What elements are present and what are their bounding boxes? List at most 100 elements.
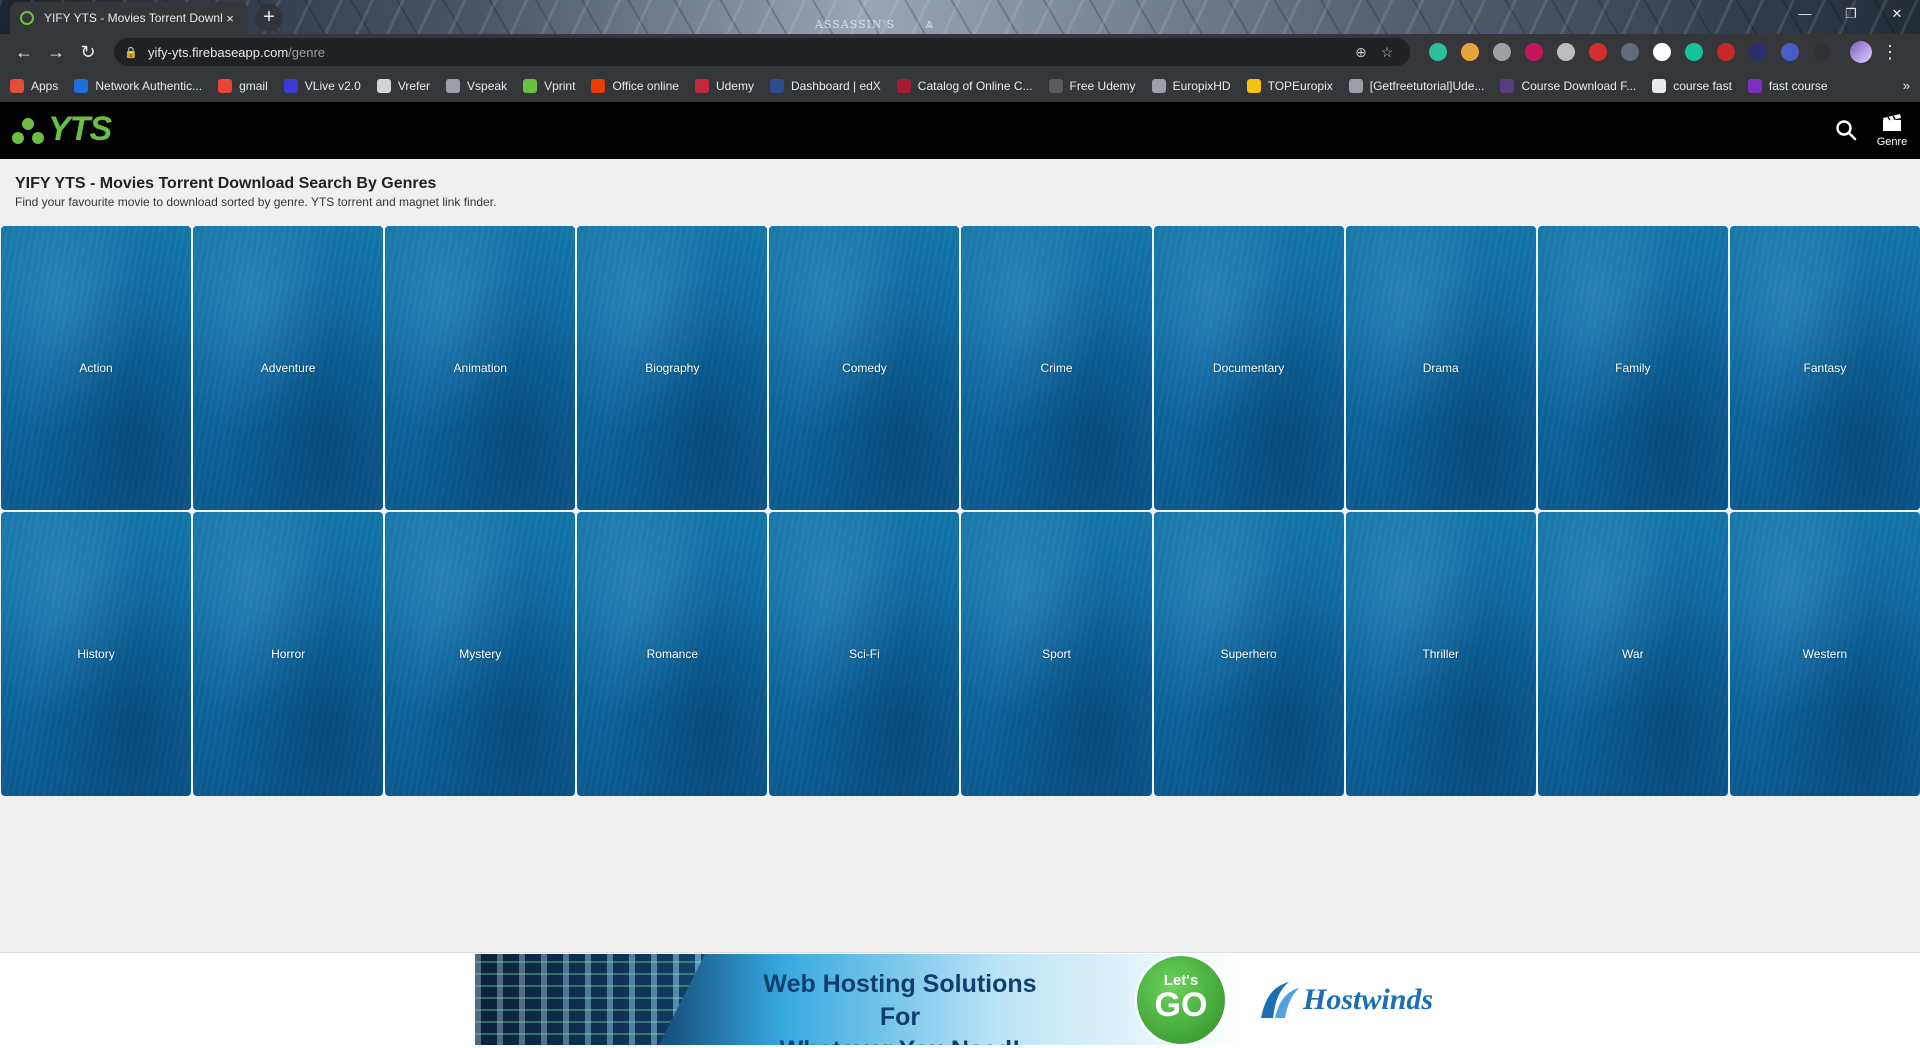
bookmark-item[interactable]: fast course — [1747, 79, 1828, 93]
bookmark-favicon-icon — [1048, 79, 1063, 93]
genre-card-crime[interactable]: Crime — [961, 226, 1152, 510]
bookmark-label: Apps — [31, 79, 59, 93]
genre-card-label: Crime — [1040, 361, 1073, 375]
tab-favicon-icon — [20, 11, 34, 25]
genre-card-mystery[interactable]: Mystery — [385, 512, 576, 796]
back-button[interactable]: ← — [8, 36, 40, 68]
bookmark-label: TOPEuropix — [1267, 79, 1333, 93]
bookmark-item[interactable]: Network Authentic... — [74, 79, 202, 93]
bookmark-favicon-icon — [591, 79, 606, 93]
genre-card-superhero[interactable]: Superhero — [1153, 512, 1344, 796]
browser-menu-icon[interactable]: ⋮ — [1878, 42, 1902, 63]
search-icon[interactable] — [1834, 118, 1858, 142]
bookmark-label: Free Udemy — [1069, 79, 1136, 93]
genre-card-label: Romance — [646, 647, 698, 661]
bookmark-label: fast course — [1768, 79, 1828, 93]
genre-card-label: Action — [79, 361, 113, 375]
bookmark-item[interactable]: Vprint — [523, 79, 575, 93]
genre-card-action[interactable]: Action — [1, 226, 192, 510]
ad-headline-line1: Web Hosting Solutions For — [763, 970, 1037, 1031]
extension-icon[interactable] — [1525, 43, 1543, 61]
genre-card-sport[interactable]: Sport — [961, 512, 1152, 796]
extension-icon[interactable] — [1685, 43, 1703, 61]
lock-icon: 🔒 — [124, 46, 138, 59]
ad-go-button[interactable]: Let's GO — [1137, 956, 1225, 1044]
bookmark-favicon-icon — [1747, 79, 1762, 93]
genre-card-war[interactable]: War — [1537, 512, 1728, 796]
forward-button[interactable]: → — [40, 36, 72, 68]
extension-icon[interactable] — [1717, 43, 1735, 61]
bookmark-item[interactable]: Free Udemy — [1048, 79, 1136, 93]
genre-card-label: Biography — [645, 361, 700, 375]
bookmark-favicon-icon — [1151, 79, 1166, 93]
ad-headline-line2: Whatever You Need! — [780, 1036, 1021, 1045]
bookmark-label: gmail — [239, 79, 268, 93]
bookmark-item[interactable]: gmail — [218, 79, 268, 93]
extension-icon[interactable] — [1653, 43, 1671, 61]
reload-button[interactable]: ↻ — [72, 36, 104, 68]
extension-icon[interactable] — [1429, 43, 1447, 61]
genre-card-comedy[interactable]: Comedy — [769, 226, 960, 510]
genre-card-fantasy[interactable]: Fantasy — [1729, 226, 1920, 510]
bookmarks-overflow-icon[interactable]: » — [1903, 78, 1910, 93]
browser-tab[interactable]: YIFY YTS - Movies Torrent Downl × — [10, 2, 248, 34]
bookmark-favicon-icon — [1246, 79, 1261, 93]
genre-card-romance[interactable]: Romance — [577, 512, 768, 796]
restore-button[interactable]: ❐ — [1828, 0, 1874, 30]
genre-card-western[interactable]: Western — [1729, 512, 1920, 796]
extension-icon[interactable] — [1589, 43, 1607, 61]
address-bar[interactable]: 🔒 yify-yts.firebaseapp.com/genre ⊕ ☆ — [114, 38, 1410, 66]
server-rack-image — [475, 954, 705, 1045]
bookmark-item[interactable]: Udemy — [694, 79, 754, 93]
bookmark-item[interactable]: course fast — [1652, 79, 1732, 93]
minimize-button[interactable]: — — [1782, 0, 1828, 30]
extension-icon[interactable] — [1749, 43, 1767, 61]
genre-card-documentary[interactable]: Documentary — [1153, 226, 1344, 510]
extension-icon[interactable] — [1621, 43, 1639, 61]
close-window-button[interactable]: ✕ — [1874, 0, 1920, 30]
bookmark-item[interactable]: Catalog of Online C... — [896, 79, 1033, 93]
bookmark-label: Udemy — [715, 79, 754, 93]
yts-logo-icon — [10, 112, 46, 148]
tab-close-icon[interactable]: × — [222, 11, 238, 26]
bookmark-favicon-icon — [1500, 79, 1515, 93]
bookmark-item[interactable]: Vrefer — [376, 79, 430, 93]
yts-logo[interactable]: YTS — [10, 110, 112, 149]
genre-card-thriller[interactable]: Thriller — [1345, 512, 1536, 796]
genre-card-adventure[interactable]: Adventure — [193, 226, 384, 510]
bookmark-item[interactable]: Dashboard | edX — [769, 79, 881, 93]
bookmark-item[interactable]: [Getfreetutorial]Ude... — [1348, 79, 1484, 93]
bookmark-item[interactable]: TOPEuropix — [1246, 79, 1333, 93]
genre-card-horror[interactable]: Horror — [193, 512, 384, 796]
genre-card-scifi[interactable]: Sci-Fi — [769, 512, 960, 796]
bookmark-favicon-icon — [446, 79, 461, 93]
extension-icon[interactable] — [1557, 43, 1575, 61]
bookmark-item[interactable]: Vspeak — [446, 79, 507, 93]
extension-icon[interactable] — [1781, 43, 1799, 61]
extension-icon[interactable] — [1813, 43, 1831, 61]
profile-avatar[interactable] — [1850, 41, 1872, 63]
bookmark-star-icon[interactable]: ☆ — [1374, 44, 1400, 61]
bookmark-item[interactable]: Office online — [591, 79, 679, 93]
genre-card-label: Thriller — [1422, 647, 1460, 661]
bookmark-item[interactable]: Apps — [10, 79, 58, 93]
genre-card-animation[interactable]: Animation — [385, 226, 576, 510]
new-tab-button[interactable]: + — [255, 4, 283, 32]
genre-card-drama[interactable]: Drama — [1345, 226, 1536, 510]
bookmark-favicon-icon — [896, 79, 911, 93]
bookmark-label: Catalog of Online C... — [917, 79, 1033, 93]
bookmark-item[interactable]: EuropixHD — [1151, 79, 1231, 93]
install-app-icon[interactable]: ⊕ — [1348, 44, 1374, 61]
genre-card-family[interactable]: Family — [1537, 226, 1728, 510]
genre-card-history[interactable]: History — [1, 512, 192, 796]
bookmark-item[interactable]: VLive v2.0 — [283, 79, 361, 93]
hostwinds-ad-banner[interactable]: Web Hosting Solutions For Whatever You N… — [475, 954, 1433, 1045]
url-text[interactable]: yify-yts.firebaseapp.com/genre — [148, 45, 1348, 60]
extension-icon[interactable] — [1493, 43, 1511, 61]
genre-card-label: Mystery — [459, 647, 502, 661]
genre-card-label: Family — [1615, 361, 1651, 375]
genre-nav-button[interactable]: Genre — [1872, 110, 1912, 148]
extension-icon[interactable] — [1461, 43, 1479, 61]
genre-card-biography[interactable]: Biography — [577, 226, 768, 510]
bookmark-item[interactable]: Course Download F... — [1500, 79, 1636, 93]
